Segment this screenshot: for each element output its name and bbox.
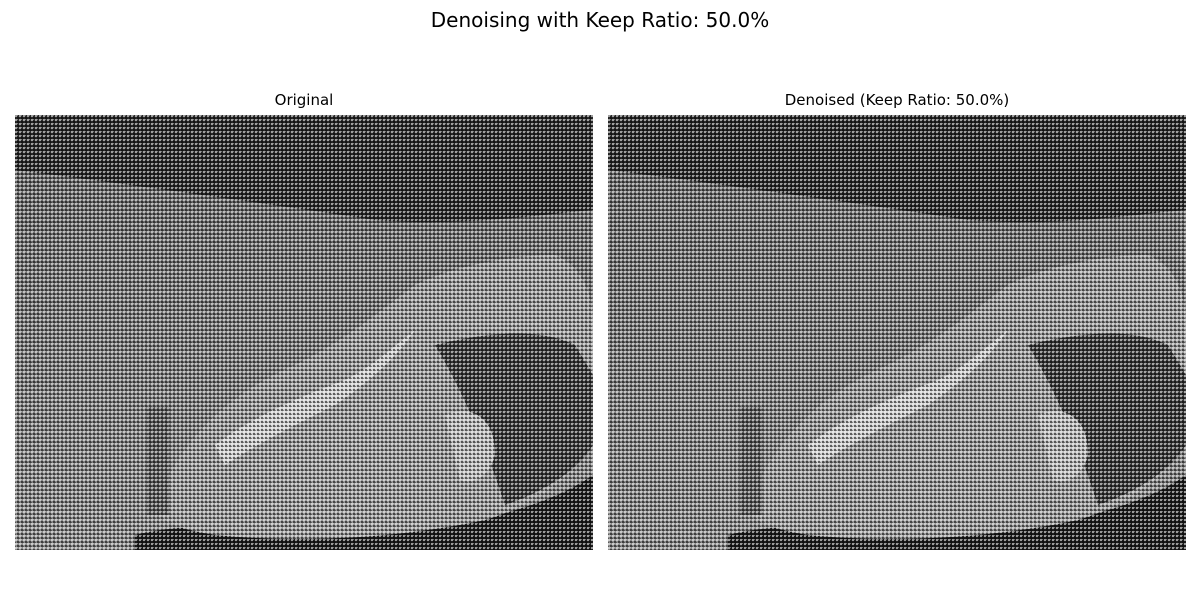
denoised-panel-title: Denoised (Keep Ratio: 50.0%) — [784, 91, 1010, 109]
original-panel-title: Original — [274, 91, 334, 109]
original-image-graphic — [15, 115, 593, 550]
original-image — [15, 115, 593, 550]
figure-title: Denoising with Keep Ratio: 50.0% — [430, 8, 770, 32]
denoised-image — [608, 115, 1186, 550]
denoised-image-graphic — [608, 115, 1186, 550]
